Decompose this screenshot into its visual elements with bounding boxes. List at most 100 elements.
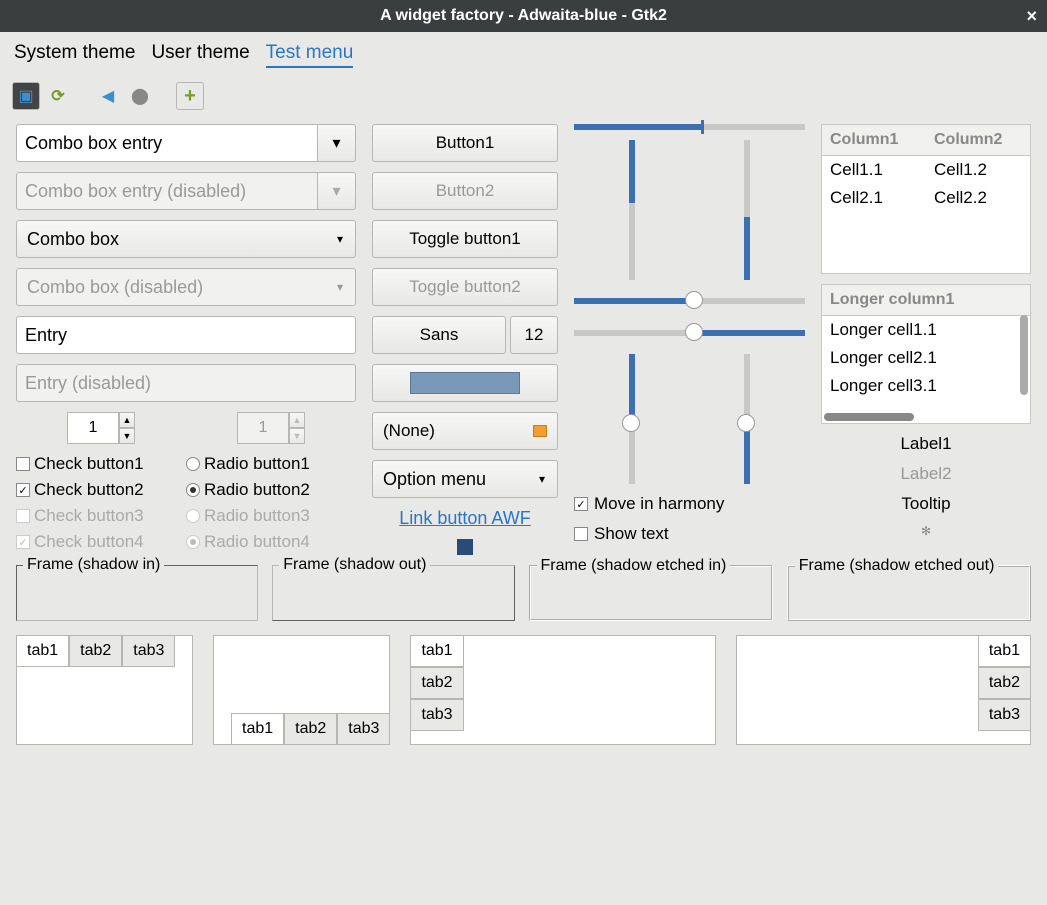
spin-row: ▲▼ ▲▼ xyxy=(16,412,356,444)
chevron-down-icon[interactable]: ▾ xyxy=(318,124,356,162)
tab[interactable]: tab2 xyxy=(284,713,337,745)
showtext-checkbox[interactable]: Show text xyxy=(574,524,805,544)
frame-shadow-out: Frame (shadow out) xyxy=(272,565,514,621)
spin-up-icon[interactable]: ▲ xyxy=(119,412,135,428)
frame-etched-out: Frame (shadow etched out) xyxy=(787,565,1031,621)
window: A widget factory - Adwaita-blue - Gtk2 ×… xyxy=(0,0,1047,905)
radio-button-4: Radio button4 xyxy=(186,532,356,552)
spin-1: ▲▼ xyxy=(67,412,135,444)
toolbar: ▣ ⟳ ◀ ⬤ + xyxy=(0,78,1047,114)
tab[interactable]: tab3 xyxy=(410,699,463,731)
hslider-2[interactable] xyxy=(574,330,805,336)
menu-user-theme[interactable]: User theme xyxy=(151,42,249,68)
tooltip-label: Tooltip xyxy=(821,494,1031,514)
check-button-1[interactable]: Check button1 xyxy=(16,454,186,474)
col-header[interactable]: Longer column1 xyxy=(822,285,1030,315)
tab[interactable]: tab3 xyxy=(122,635,175,667)
progress-bar-1 xyxy=(574,124,805,130)
combo-entry-input[interactable] xyxy=(16,124,318,162)
radio-button-2[interactable]: Radio button2 xyxy=(186,480,356,500)
column-tables: Column1Column2 Cell1.1Cell1.2 Cell2.1Cel… xyxy=(821,124,1031,555)
scrollbar-vertical[interactable] xyxy=(1020,315,1028,395)
label-2: Label2 xyxy=(821,464,1031,484)
menu-test-menu[interactable]: Test menu xyxy=(266,42,354,68)
check-button-4: ✓Check button4 xyxy=(16,532,186,552)
menu-system-theme[interactable]: System theme xyxy=(14,42,135,68)
notebook-top: tab1 tab2 tab3 xyxy=(16,635,193,745)
spin-down-icon: ▼ xyxy=(289,428,305,444)
vprogress-2 xyxy=(744,140,750,280)
scrollbar-horizontal[interactable] xyxy=(824,413,914,421)
refresh-icon[interactable]: ⟳ xyxy=(44,82,72,110)
frames-row: Frame (shadow in) Frame (shadow out) Fra… xyxy=(0,565,1047,621)
color-swatch xyxy=(410,372,520,394)
notebook-bottom: tab1 tab2 tab3 xyxy=(213,635,390,745)
vslider-1[interactable] xyxy=(629,354,635,484)
combo-box-entry-disabled: ▾ xyxy=(16,172,356,210)
col-header[interactable]: Column2 xyxy=(926,125,1030,155)
toggle-button-2: Toggle button2 xyxy=(372,268,558,306)
entry-input-disabled xyxy=(16,364,356,402)
vslider-2[interactable] xyxy=(744,354,750,484)
spin-2: ▲▼ xyxy=(237,412,305,444)
back-icon[interactable]: ◀ xyxy=(94,82,122,110)
table-row: Longer cell1.1 xyxy=(822,316,1030,344)
file-button[interactable]: (None) xyxy=(372,412,558,450)
treeview-2[interactable]: Longer column1 Longer cell1.1 Longer cel… xyxy=(821,284,1031,424)
chevron-down-icon: ▾ xyxy=(318,172,356,210)
entry-input[interactable] xyxy=(16,316,356,354)
table-row: Cell1.1Cell1.2 xyxy=(822,156,1030,184)
label-1: Label1 xyxy=(821,434,1031,454)
combo-box[interactable]: Combo box xyxy=(16,220,356,258)
hslider-1[interactable] xyxy=(574,298,805,304)
notebook-left: tab1 tab2 tab3 xyxy=(410,635,715,745)
vertical-progress-row xyxy=(574,140,805,280)
col-header[interactable]: Column1 xyxy=(822,125,926,155)
column-inputs: ▾ ▾ Combo box Combo box (disabled) ▲▼ ▲▼ xyxy=(16,124,356,555)
tab[interactable]: tab3 xyxy=(978,699,1031,731)
folder-icon xyxy=(533,425,547,437)
globe-icon[interactable]: ⬤ xyxy=(126,82,154,110)
close-icon[interactable]: × xyxy=(1026,6,1037,27)
tab[interactable]: tab3 xyxy=(337,713,390,745)
tab[interactable]: tab1 xyxy=(410,635,463,667)
main-area: ▾ ▾ Combo box Combo box (disabled) ▲▼ ▲▼ xyxy=(0,114,1047,565)
add-icon[interactable]: + xyxy=(176,82,204,110)
vprogress-1 xyxy=(629,140,635,280)
titlebar: A widget factory - Adwaita-blue - Gtk2 × xyxy=(0,0,1047,32)
column-sliders: ✓Move in harmony Show text xyxy=(574,124,805,555)
toggle-button-1[interactable]: Toggle button1 xyxy=(372,220,558,258)
harmony-checkbox[interactable]: ✓Move in harmony xyxy=(574,494,805,514)
table-row: Cell2.1Cell2.2 xyxy=(822,184,1030,212)
tabs-row: tab1 tab2 tab3 tab1 tab2 tab3 tab1 tab2 … xyxy=(0,621,1047,759)
tab[interactable]: tab2 xyxy=(410,667,463,699)
spin-up-icon: ▲ xyxy=(289,412,305,428)
combo-box-entry: ▾ xyxy=(16,124,356,162)
radio-button-3: Radio button3 xyxy=(186,506,356,526)
link-button[interactable]: Link button AWF xyxy=(372,508,558,529)
spin-1-input[interactable] xyxy=(67,412,119,444)
tab[interactable]: tab1 xyxy=(16,635,69,667)
color-button[interactable] xyxy=(372,364,558,402)
font-button[interactable]: Sans 12 xyxy=(372,316,558,354)
tab[interactable]: tab2 xyxy=(69,635,122,667)
tab[interactable]: tab1 xyxy=(978,635,1031,667)
column-buttons: Button1 Button2 Toggle button1 Toggle bu… xyxy=(372,124,558,555)
font-name[interactable]: Sans xyxy=(372,316,506,354)
app-icon xyxy=(457,539,473,555)
treeview-1[interactable]: Column1Column2 Cell1.1Cell1.2 Cell2.1Cel… xyxy=(821,124,1031,274)
tab[interactable]: tab1 xyxy=(231,713,284,745)
check-button-2[interactable]: ✓Check button2 xyxy=(16,480,186,500)
font-size[interactable]: 12 xyxy=(510,316,558,354)
option-menu[interactable]: Option menu xyxy=(372,460,558,498)
tab[interactable]: tab2 xyxy=(978,667,1031,699)
toolbar-btn-1[interactable]: ▣ xyxy=(12,82,40,110)
radio-button-1[interactable]: Radio button1 xyxy=(186,454,356,474)
combo-entry-input-disabled xyxy=(16,172,318,210)
button-1[interactable]: Button1 xyxy=(372,124,558,162)
check-button-3: Check button3 xyxy=(16,506,186,526)
spin-down-icon[interactable]: ▼ xyxy=(119,428,135,444)
window-title: A widget factory - Adwaita-blue - Gtk2 xyxy=(380,7,667,25)
combo-box-disabled: Combo box (disabled) xyxy=(16,268,356,306)
table-row: Longer cell3.1 xyxy=(822,372,1030,400)
